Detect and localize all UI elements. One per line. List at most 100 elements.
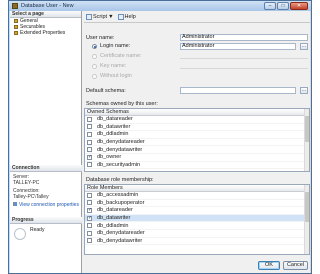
script-button[interactable]: Script ▼ [86,13,114,20]
schema-row[interactable]: db_owner [85,154,309,162]
roles-list: Role Members db_accessadmin db_backupope… [84,184,310,255]
role-checkbox[interactable] [87,223,92,229]
role-checkbox[interactable] [87,238,92,244]
key-field [180,68,308,69]
schema-checkbox[interactable] [87,147,92,153]
role-row[interactable]: db_datareader [85,207,309,215]
role-name: db_accessadmin [97,192,139,199]
connection-header: Connection [10,165,82,172]
progress-header: Progress [10,217,82,224]
default-schema-field[interactable] [180,87,296,94]
schema-checkbox[interactable] [87,162,92,168]
default-schema-label: Default schema: [86,88,126,94]
close-button[interactable]: ✕ [290,2,308,10]
role-row[interactable]: db_ddladmin [85,222,309,230]
schema-name: db_datareader [97,116,133,123]
role-checkbox[interactable] [87,207,92,213]
schemas-column-header: Owned Schemas [85,109,309,116]
schemas-scrollbar[interactable] [304,109,309,171]
schema-row[interactable]: db_ddladmin [85,131,309,139]
scroll-thumb[interactable] [305,116,309,142]
certificate-label: Certificate name: [100,53,142,59]
dialog-window: Database User - New – □ ✕ Select a page … [8,0,312,274]
page-icon [14,19,18,23]
page-icon [14,31,18,35]
schema-row[interactable]: db_denydatareader [85,139,309,147]
schema-checkbox[interactable] [87,116,92,122]
left-pane: Select a page General Securables Extende… [10,11,82,273]
page-icon [14,25,18,29]
schema-checkbox[interactable] [87,131,92,137]
roles-label: Database role membership: [86,177,154,183]
cancel-button[interactable]: Cancel [283,261,308,270]
schemas-list: Owned Schemas db_datareader db_datawrite… [84,108,310,172]
login-browse-button[interactable]: ... [300,43,308,50]
role-row[interactable]: db_denydatareader [85,230,309,238]
page-label: Extended Properties [20,30,66,36]
toolbar: Script ▼ Help [84,11,310,23]
schema-checkbox[interactable] [87,139,92,145]
connection-value: Talley-PC\Talley [13,194,49,200]
role-name: db_denydatareader [97,230,145,237]
role-name: db_ddladmin [97,222,129,229]
server-value: TALLEY-PC [13,180,40,186]
properties-icon [13,202,17,206]
minimize-button[interactable]: – [264,2,276,10]
role-checkbox[interactable] [87,192,92,198]
progress-ring-icon [14,228,26,240]
schema-name: db_ddladmin [97,131,129,138]
login-name-field[interactable]: Administrator [180,43,296,50]
role-checkbox[interactable] [87,215,92,221]
page-extended-properties[interactable]: Extended Properties [10,30,81,36]
ok-button[interactable]: OK [258,261,280,270]
progress-section: Progress Ready [10,217,82,240]
schema-row[interactable]: db_datawriter [85,124,309,132]
schema-checkbox[interactable] [87,124,92,130]
scroll-thumb[interactable] [305,192,309,222]
role-name: db_backupoperator [97,199,145,206]
view-connection-properties-link[interactable]: View connection properties [19,202,79,208]
schema-name: db_securityadmin [97,161,141,168]
key-radio[interactable] [92,64,97,69]
role-row-selected[interactable]: db_datawriter [85,215,309,223]
database-icon [12,3,18,9]
schemas-label: Schemas owned by this user: [86,101,158,107]
role-row[interactable]: db_accessadmin [85,192,309,200]
title-bar[interactable]: Database User - New – □ ✕ [9,1,311,11]
without-login-radio[interactable] [92,74,97,79]
script-icon [86,13,92,20]
without-login-label: Without login [100,73,132,79]
help-button[interactable]: Help [117,13,136,20]
script-label: Script [93,13,108,20]
username-label: User name: [86,35,115,41]
role-row[interactable]: db_denydatawriter [85,238,309,246]
schema-name: db_denydatawriter [97,146,143,153]
maximize-button[interactable]: □ [277,2,289,10]
chevron-down-icon: ▼ [108,13,114,20]
schema-row[interactable]: db_denydatawriter [85,146,309,154]
roles-scrollbar[interactable] [304,185,309,254]
schema-name: db_datawriter [97,123,131,130]
role-checkbox[interactable] [87,230,92,236]
schema-checkbox[interactable] [87,154,92,160]
roles-column-header: Role Members [85,185,309,192]
login-name-label: Login name: [100,43,131,49]
schema-row[interactable]: db_securityadmin [85,162,309,170]
role-name: db_denydatawriter [97,237,143,244]
window-title: Database User - New [21,3,74,9]
connection-section: Connection Server: TALLEY-PC Connection:… [10,165,82,208]
username-field[interactable]: Administrator [180,34,308,41]
role-row[interactable]: db_backupoperator [85,200,309,208]
schema-browse-button[interactable]: ... [300,87,308,94]
login-name-radio[interactable] [92,44,97,49]
progress-status: Ready [30,227,45,233]
schema-row[interactable]: db_datareader [85,116,309,124]
dialog-client: Select a page General Securables Extende… [10,11,310,273]
help-label: Help [124,13,136,20]
help-icon [117,13,124,20]
certificate-radio[interactable] [92,54,97,59]
key-label: Key name: [100,63,127,69]
select-page-header: Select a page [10,11,81,18]
schema-name: db_denydatareader [97,139,145,146]
role-checkbox[interactable] [87,200,92,206]
